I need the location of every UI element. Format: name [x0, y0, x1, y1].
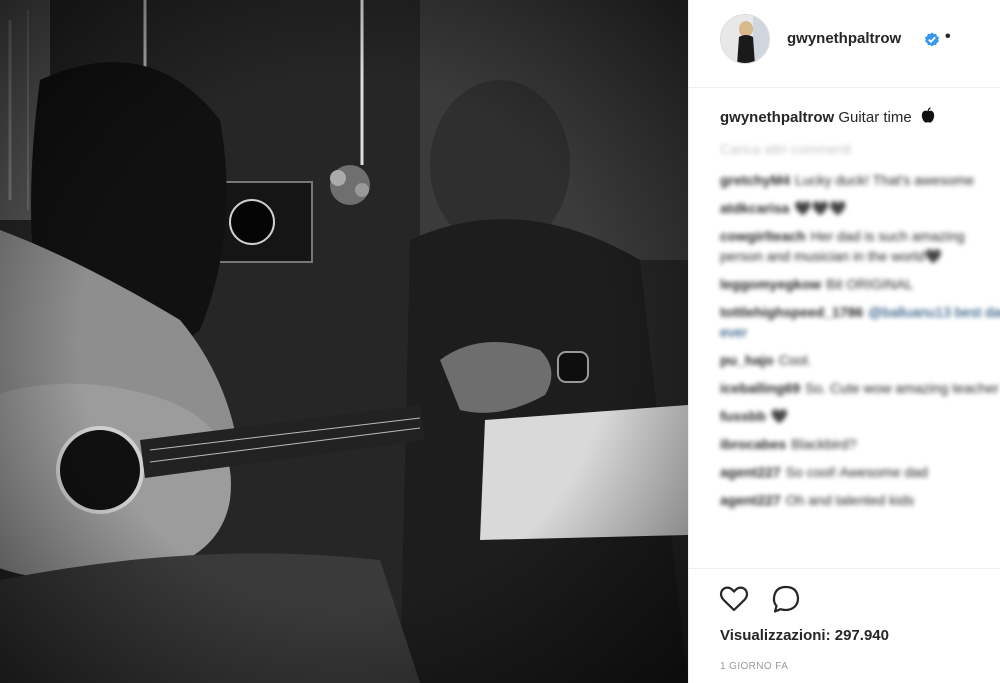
comment-username[interactable]: tottlehighspeed_1786 — [720, 304, 863, 320]
post-sidebar: gwynethpaltrow • gwynethpaltrow Guitar t… — [688, 0, 1000, 683]
heart-icon[interactable] — [718, 583, 750, 615]
post-header: gwynethpaltrow • — [689, 0, 1000, 88]
black-apple-icon — [921, 107, 935, 123]
post-caption: gwynethpaltrow Guitar time — [720, 107, 936, 126]
comment-text: Blackbird? — [791, 436, 857, 452]
comment-text: Lucky duck! That's awesome — [795, 172, 975, 188]
comment-username[interactable]: agent227 — [720, 464, 781, 480]
comment-list: gretchyM4 Lucky duck! That's awesome atdk… — [720, 170, 1000, 518]
comment-item: gretchyM4 Lucky duck! That's awesome — [720, 170, 1000, 190]
comment-text: So cool! Awesome dad — [785, 464, 928, 480]
post-actions: Visualizzazioni: 297.940 1 GIORNO FA — [689, 568, 1000, 683]
comment-item: atdkcarisa 🖤🖤🖤 — [720, 198, 1000, 218]
header-separator: • — [945, 28, 951, 45]
comment-item: pu_hajo Cool. — [720, 350, 1000, 370]
caption-text: Guitar time — [838, 109, 912, 126]
video-frame-illustration — [0, 0, 688, 683]
comment-item: leggomyegkow Bit ORIGINAL — [720, 274, 1000, 294]
avatar[interactable] — [720, 14, 770, 64]
caption-username[interactable]: gwynethpaltrow — [720, 109, 834, 126]
comment-text: 🖤🖤🖤 — [794, 200, 847, 216]
verified-badge-icon — [925, 32, 939, 47]
comment-item: fussbb 🖤 — [720, 406, 1000, 426]
comment-item: iceballing69 So. Cute wow amazing teacher — [720, 378, 1000, 398]
views-count[interactable]: Visualizzazioni: 297.940 — [720, 627, 889, 644]
comment-text: 🖤 — [770, 408, 789, 424]
avatar-image — [721, 15, 769, 63]
comment-username[interactable]: gretchyM4 — [720, 172, 790, 188]
comment-username[interactable]: atdkcarisa — [720, 200, 789, 216]
load-more-comments[interactable]: Carica altri commenti — [720, 141, 851, 157]
comment-username[interactable]: iceballing69 — [720, 380, 800, 396]
comment-item: tottlehighspeed_1786 @balluanu13 best dad… — [720, 302, 1000, 342]
comment-bubble-icon[interactable] — [770, 583, 802, 615]
post-video[interactable] — [0, 0, 688, 683]
comment-username[interactable]: cowgirlteach — [720, 228, 806, 244]
post-timestamp: 1 GIORNO FA — [720, 661, 789, 672]
comment-text: So. Cute wow amazing teacher — [805, 380, 999, 396]
comment-username[interactable]: ibrocabes — [720, 436, 786, 452]
comment-item: cowgirlteach Her dad is such amazing pers… — [720, 226, 1000, 266]
comment-username[interactable]: pu_hajo — [720, 352, 774, 368]
comment-item: agent227 So cool! Awesome dad — [720, 462, 1000, 482]
comment-text: Bit ORIGINAL — [826, 276, 914, 292]
comment-item: ibrocabes Blackbird? — [720, 434, 1000, 454]
comment-item: agent227 Oh and talented kids — [720, 490, 1000, 510]
comment-username[interactable]: agent227 — [720, 492, 781, 508]
header-username[interactable]: gwynethpaltrow — [787, 30, 901, 47]
comment-text: Oh and talented kids — [785, 492, 915, 508]
comment-username[interactable]: fussbb — [720, 408, 766, 424]
comment-text: Cool. — [778, 352, 812, 368]
comment-username[interactable]: leggomyegkow — [720, 276, 821, 292]
